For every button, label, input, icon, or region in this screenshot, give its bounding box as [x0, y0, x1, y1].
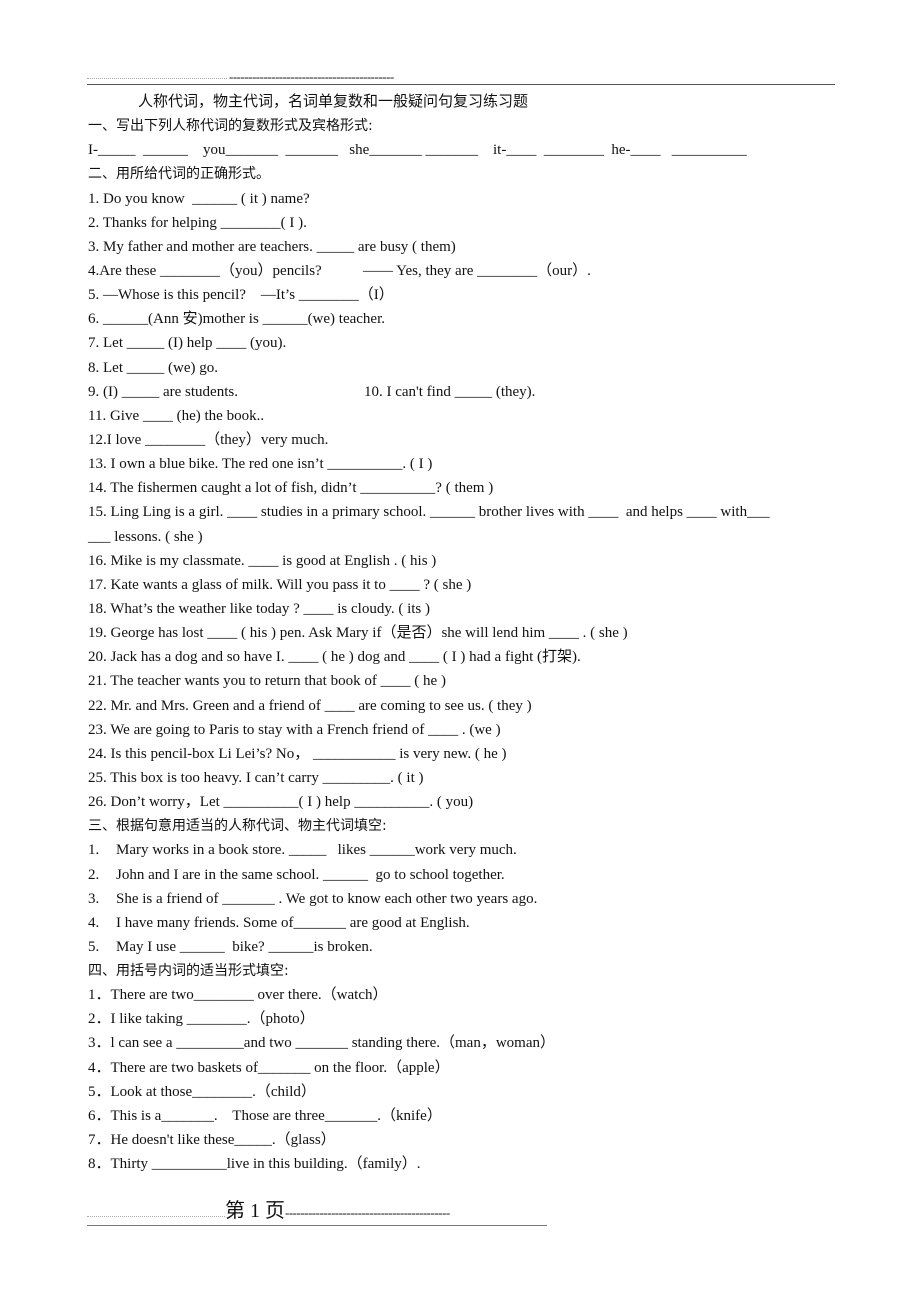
header-decoration: ----------------------------------------…: [87, 70, 394, 84]
footer-dashes: ----------------------------------------…: [285, 1205, 450, 1220]
exercise-item: 10. I can't find _____ (they).: [364, 383, 536, 400]
exercise-item: 19. George has lost ____ ( his ) pen. As…: [88, 625, 628, 642]
exercise-item: 18. What’s the weather like today ? ____…: [88, 600, 431, 617]
section4-heading: 四、用括号内词的适当形式填空:: [88, 963, 289, 980]
page-number-label: 第 1 页: [225, 1200, 285, 1222]
exercise-item: 1. Do you know ______ ( it ) name?: [88, 190, 310, 207]
item-number: 4.: [88, 914, 100, 931]
exercise-item: 24. Is this pencil-box Li Lei’s? No， ___…: [88, 745, 507, 762]
exercise-item: 8. Let _____ (we) go.: [88, 359, 218, 376]
exercise-item: 13. I own a blue bike. The red one isn’t…: [88, 456, 433, 473]
exercise-item: 9. (I) _____ are students.: [88, 383, 238, 400]
page-footer: 第 1 页-----------------------------------…: [87, 1198, 547, 1226]
exercise-item: 11. Give ____ (he) the book..: [88, 407, 265, 424]
exercise-item: 26. Don’t worry，Let __________( I ) help…: [88, 794, 474, 811]
exercise-item: 15. Ling Ling is a girl. ____ studies in…: [88, 504, 770, 521]
footer-rule: [87, 1225, 547, 1226]
exercise-item: 7. Let _____ (I) help ____ (you).: [88, 335, 287, 352]
section2-heading: 二、用所给代词的正确形式。: [88, 166, 270, 183]
item-text: May I use ______ bike? ______is broken.: [116, 938, 373, 955]
exercise-item: 1．There are two________ over there.（watc…: [88, 987, 388, 1004]
footer-dotted-line: [87, 1208, 225, 1217]
header-rule: [87, 84, 835, 85]
section1-heading: 一、写出下列人称代词的复数形式及宾格形式:: [88, 118, 373, 135]
item-text: I have many friends. Some of_______ are …: [116, 914, 470, 931]
exercise-item: 5. May I use ______ bike? ______is broken…: [88, 935, 838, 959]
exercise-item: 14. The fishermen caught a lot of fish, …: [88, 480, 494, 497]
item-text: She is a friend of _______ . We got to k…: [116, 890, 538, 907]
exercise-row-two-col: 9. (I) _____ are students. 10. I can't f…: [88, 380, 838, 404]
exercise-item: 3. She is a friend of _______ . We got to…: [88, 887, 838, 911]
exercise-item: 25. This box is too heavy. I can’t carry…: [88, 769, 424, 786]
exercise-item: 2. Thanks for helping ________( I ).: [88, 214, 307, 231]
exercise-item: 6. ______(Ann 安)mother is ______(we) tea…: [88, 311, 386, 328]
exercise-item: 2．I like taking ________.（photo）: [88, 1011, 315, 1028]
exercise-item: 23. We are going to Paris to stay with a…: [88, 721, 501, 738]
exercise-item: 4．There are two baskets of_______ on the…: [88, 1059, 450, 1076]
exercise-item: 22. Mr. and Mrs. Green and a friend of _…: [88, 697, 532, 714]
item-number: 2.: [88, 866, 100, 883]
exercise-item: 17. Kate wants a glass of milk. Will you…: [88, 576, 472, 593]
header-dashes: ----------------------------------------…: [229, 69, 394, 84]
exercise-item: 12.I love ________（they）very much.: [88, 431, 329, 448]
exercise-item: 8．Thirty __________live in this building…: [88, 1156, 421, 1173]
exercise-item: 3．l can see a _________and two _______ s…: [88, 1035, 555, 1052]
item-number: 1.: [88, 842, 100, 859]
section1-line: I-_____ ______ you_______ _______ she___…: [88, 142, 747, 159]
exercise-item: 7．He doesn't like these_____.（glass）: [88, 1132, 336, 1149]
header-dotted-line: [87, 77, 227, 80]
item-number: 3.: [88, 890, 100, 907]
exercise-item: 3. My father and mother are teachers. __…: [88, 238, 456, 255]
document-title: 人称代词，物主代词，名词单复数和一般疑问句复习练习题: [138, 94, 529, 110]
document-page: ----------------------------------------…: [0, 0, 920, 1302]
exercise-item: 4.Are these ________（you）pencils? —— Yes…: [88, 262, 591, 279]
exercise-item: 4. I have many friends. Some of_______ ar…: [88, 911, 838, 935]
item-text: Mary works in a book store. _____ likes …: [116, 842, 517, 859]
exercise-item: 20. Jack has a dog and so have I. ____ (…: [88, 649, 581, 666]
exercise-item: 1. Mary works in a book store. _____ like…: [88, 838, 838, 862]
exercise-item: 21. The teacher wants you to return that…: [88, 673, 446, 690]
item-text: John and I are in the same school. _____…: [116, 866, 505, 883]
section3-heading: 三、根据句意用适当的人称代词、物主代词填空:: [88, 818, 387, 835]
exercise-item: 5. —Whose is this pencil? —It’s ________…: [88, 287, 394, 304]
item-number: 5.: [88, 938, 100, 955]
exercise-item-continued: ___ lessons. ( she ): [88, 528, 203, 545]
exercise-item: 5．Look at those________.（child）: [88, 1083, 316, 1100]
exercise-item: 6．This is a_______. Those are three_____…: [88, 1107, 442, 1124]
exercise-item: 2. John and I are in the same school. ___…: [88, 863, 838, 887]
exercise-item: 16. Mike is my classmate. ____ is good a…: [88, 552, 437, 569]
document-body: 人称代词，物主代词，名词单复数和一般疑问句复习练习题 一、写出下列人称代词的复数…: [88, 90, 838, 1176]
